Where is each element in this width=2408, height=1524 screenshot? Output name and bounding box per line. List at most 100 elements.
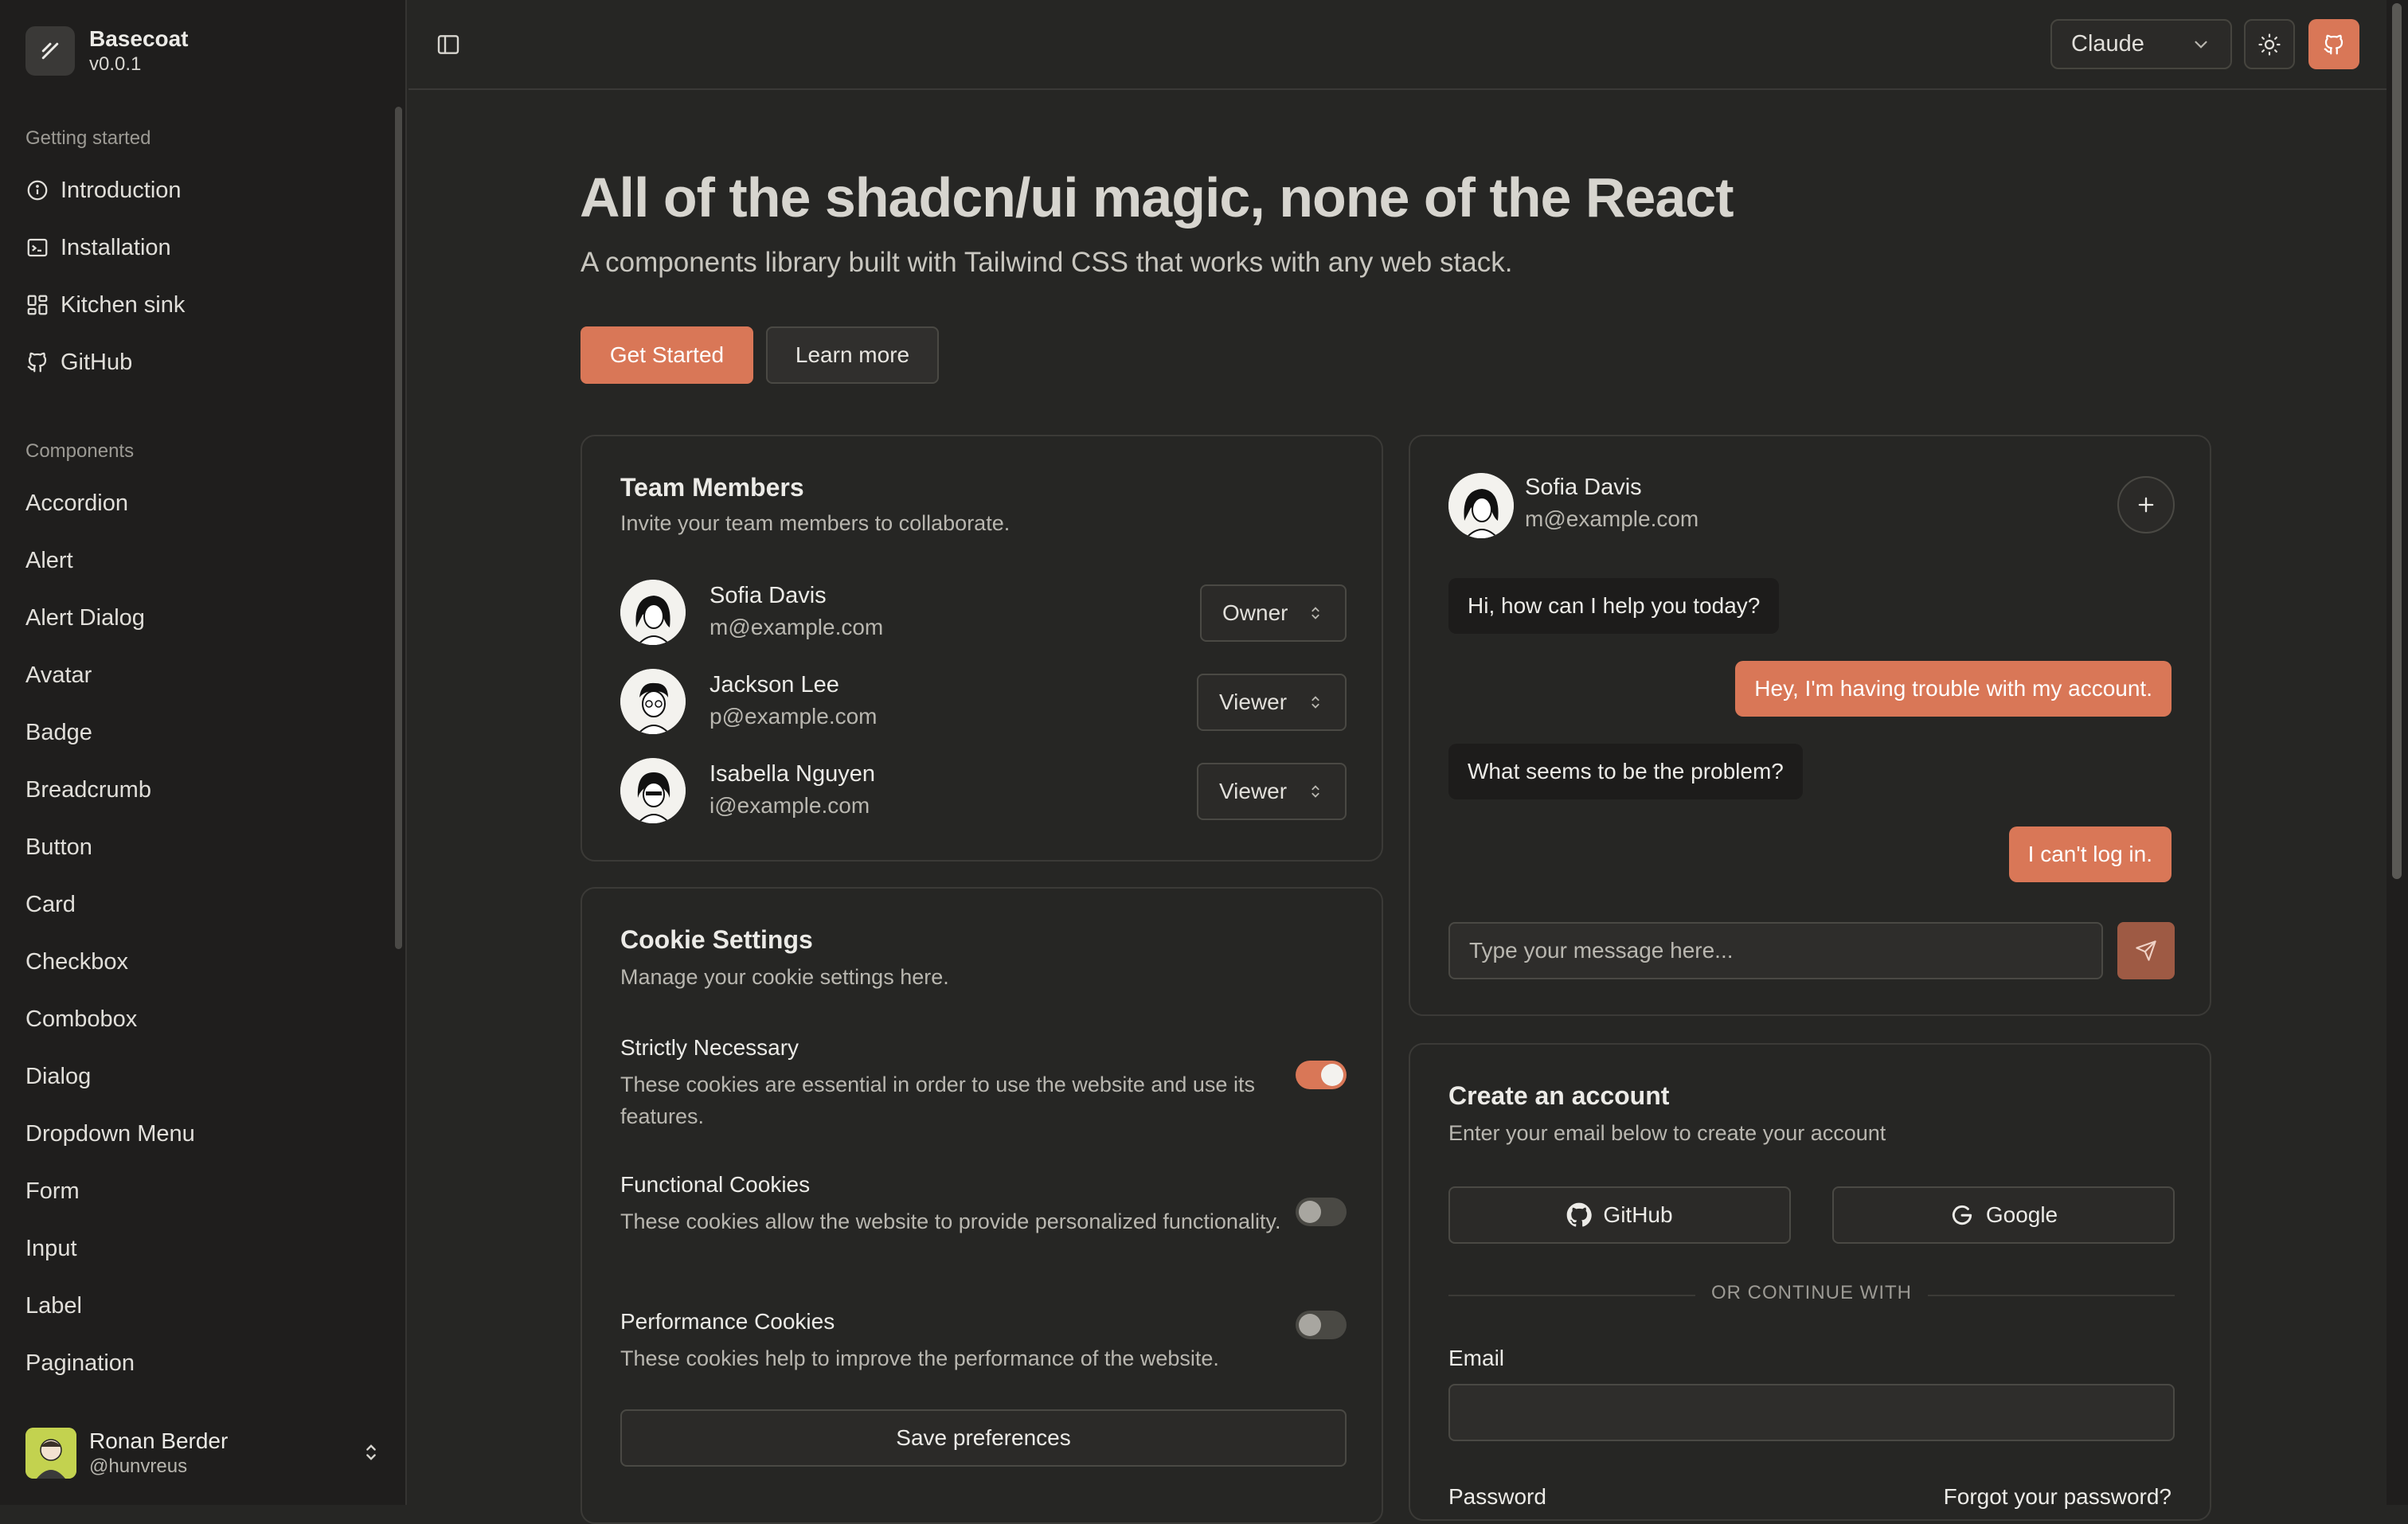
chat-message-incoming: Hi, how can I help you today? [1448,578,1780,634]
strictly-necessary-switch[interactable] [1296,1061,1347,1089]
card-description: Manage your cookie settings here. [620,965,949,989]
sidebar-item-dropdown-menu[interactable]: Dropdown Menu [25,1118,195,1150]
functional-cookies-switch[interactable] [1296,1198,1347,1226]
basecoat-logo-icon [25,26,75,76]
chat-message-outgoing: I can't log in. [2008,826,2172,882]
sidebar-item-combobox[interactable]: Combobox [25,1003,137,1035]
team-member-row: Sofia Davis m@example.com Owner [620,580,1347,647]
user-name: Ronan Berder [89,1428,229,1453]
learn-more-button[interactable]: Learn more [766,326,939,384]
sidebar-item-accordion[interactable]: Accordion [25,487,128,519]
team-member-row: Jackson Lee p@example.com Viewer [620,669,1347,736]
chevrons-up-down-icon [1312,785,1319,798]
chat-message-incoming: What seems to be the problem? [1448,744,1803,799]
email-field[interactable] [1448,1384,2175,1441]
chat-card: Sofia Davis m@example.com Hi, how can I … [1409,435,2211,1016]
user-menu[interactable]: Ronan Berder @hunvreus [25,1425,382,1481]
cookie-setting-row: Performance Cookies These cookies help t… [620,1309,1347,1374]
sidebar-item-dialog[interactable]: Dialog [25,1061,91,1092]
chat-message-outgoing: Hey, I'm having trouble with my account. [1735,661,2172,717]
cookie-name: Performance Cookies [620,1309,835,1334]
role-select[interactable]: Viewer [1197,674,1347,731]
github-icon [1567,1202,1593,1227]
sidebar-item-label: Introduction [61,177,182,203]
chevron-down-icon [2195,41,2207,49]
chat-contact-email: m@example.com [1525,506,1699,531]
github-signup-button[interactable]: GitHub [1448,1186,1791,1244]
avatar [620,758,686,823]
role-select[interactable]: Owner [1200,584,1347,642]
avatar [620,580,686,645]
forgot-password-link[interactable]: Forgot your password? [1944,1484,2172,1510]
role-select[interactable]: Viewer [1197,763,1347,820]
toggle-sidebar-button[interactable] [432,29,464,61]
role-select-value: Owner [1222,600,1288,625]
sidebar: Basecoat v0.0.1 Getting started Introduc… [0,0,407,1505]
brand-name: Basecoat [89,26,189,51]
member-name: Isabella Nguyen [710,761,875,787]
brand[interactable]: Basecoat v0.0.1 [25,25,189,76]
google-signup-button[interactable]: Google [1832,1186,2175,1244]
sidebar-item-checkbox[interactable]: Checkbox [25,946,128,978]
cookie-description: These cookies allow the website to provi… [620,1209,1281,1233]
cookie-description: These cookies are essential in order to … [620,1073,1255,1128]
sun-icon [2258,33,2281,56]
team-member-row: Isabella Nguyen i@example.com Viewer [620,758,1347,825]
brand-version: v0.0.1 [89,53,142,75]
github-link-button[interactable] [2308,19,2359,69]
send-button[interactable] [2117,922,2175,979]
sidebar-item-input[interactable]: Input [25,1233,77,1264]
user-handle: @hunvreus [89,1456,188,1477]
sidebar-item-introduction[interactable]: Introduction [25,174,182,206]
sidebar-item-form[interactable]: Form [25,1175,80,1207]
user-avatar [25,1428,76,1479]
sidebar-item-button[interactable]: Button [25,831,92,863]
sidebar-item-badge[interactable]: Badge [25,717,92,748]
cookie-name: Functional Cookies [620,1172,811,1197]
chevrons-up-down-icon [1312,607,1319,619]
sidebar-item-card[interactable]: Card [25,889,76,920]
sidebar-item-label: Installation [61,234,171,260]
github-signup-label: GitHub [1603,1202,1673,1227]
password-label: Password [1448,1484,1546,1509]
new-message-button[interactable] [2117,476,2175,533]
cookie-setting-row: Strictly Necessary These cookies are ess… [620,1035,1347,1132]
chevrons-up-down-icon [1312,696,1319,709]
email-label: Email [1448,1346,1505,1370]
chat-contact-name: Sofia Davis [1525,475,1642,500]
grid-icon [27,295,48,315]
divider-label: OR CONTINUE WITH [1410,1282,2213,1304]
sidebar-item-alert[interactable]: Alert [25,545,73,576]
role-select-value: Viewer [1219,779,1288,803]
terminal-icon [27,238,48,257]
card-title: Cookie Settings [620,925,813,954]
sidebar-item-label: GitHub [61,349,133,375]
page-title: All of the shadcn/ui magic, none of the … [580,166,1734,229]
sidebar-item-label-component[interactable]: Label [25,1290,82,1322]
sidebar-item-alert-dialog[interactable]: Alert Dialog [25,602,145,634]
save-preferences-button[interactable]: Save preferences [620,1409,1347,1467]
theme-select[interactable]: Claude [2050,19,2232,69]
sidebar-item-breadcrumb[interactable]: Breadcrumb [25,774,151,806]
sidebar-item-github[interactable]: GitHub [25,346,132,378]
nav-group-getting-started: Getting started [25,127,151,149]
sidebar-item-pagination[interactable]: Pagination [25,1347,135,1379]
sidebar-item-installation[interactable]: Installation [25,232,171,264]
nav-group-components: Components [25,440,135,462]
page-scrollbar[interactable] [2392,3,2402,879]
info-icon [27,180,48,201]
chat-message-input[interactable]: Type your message here... [1448,922,2103,979]
sidebar-scrollbar[interactable] [395,107,402,949]
card-description: Enter your email below to create your ac… [1448,1121,1886,1145]
card-description: Invite your team members to collaborate. [620,511,1010,535]
send-icon [2136,940,2156,961]
performance-cookies-switch[interactable] [1296,1311,1347,1339]
get-started-button[interactable]: Get Started [580,326,753,384]
cookie-settings-card: Cookie Settings Manage your cookie setti… [580,887,1383,1524]
member-email: p@example.com [710,704,878,729]
sidebar-item-label: Kitchen sink [61,291,186,318]
toggle-theme-button[interactable] [2244,19,2295,69]
sidebar-item-avatar[interactable]: Avatar [25,659,92,691]
sidebar-item-kitchen-sink[interactable]: Kitchen sink [25,289,185,321]
avatar [1448,473,1514,538]
